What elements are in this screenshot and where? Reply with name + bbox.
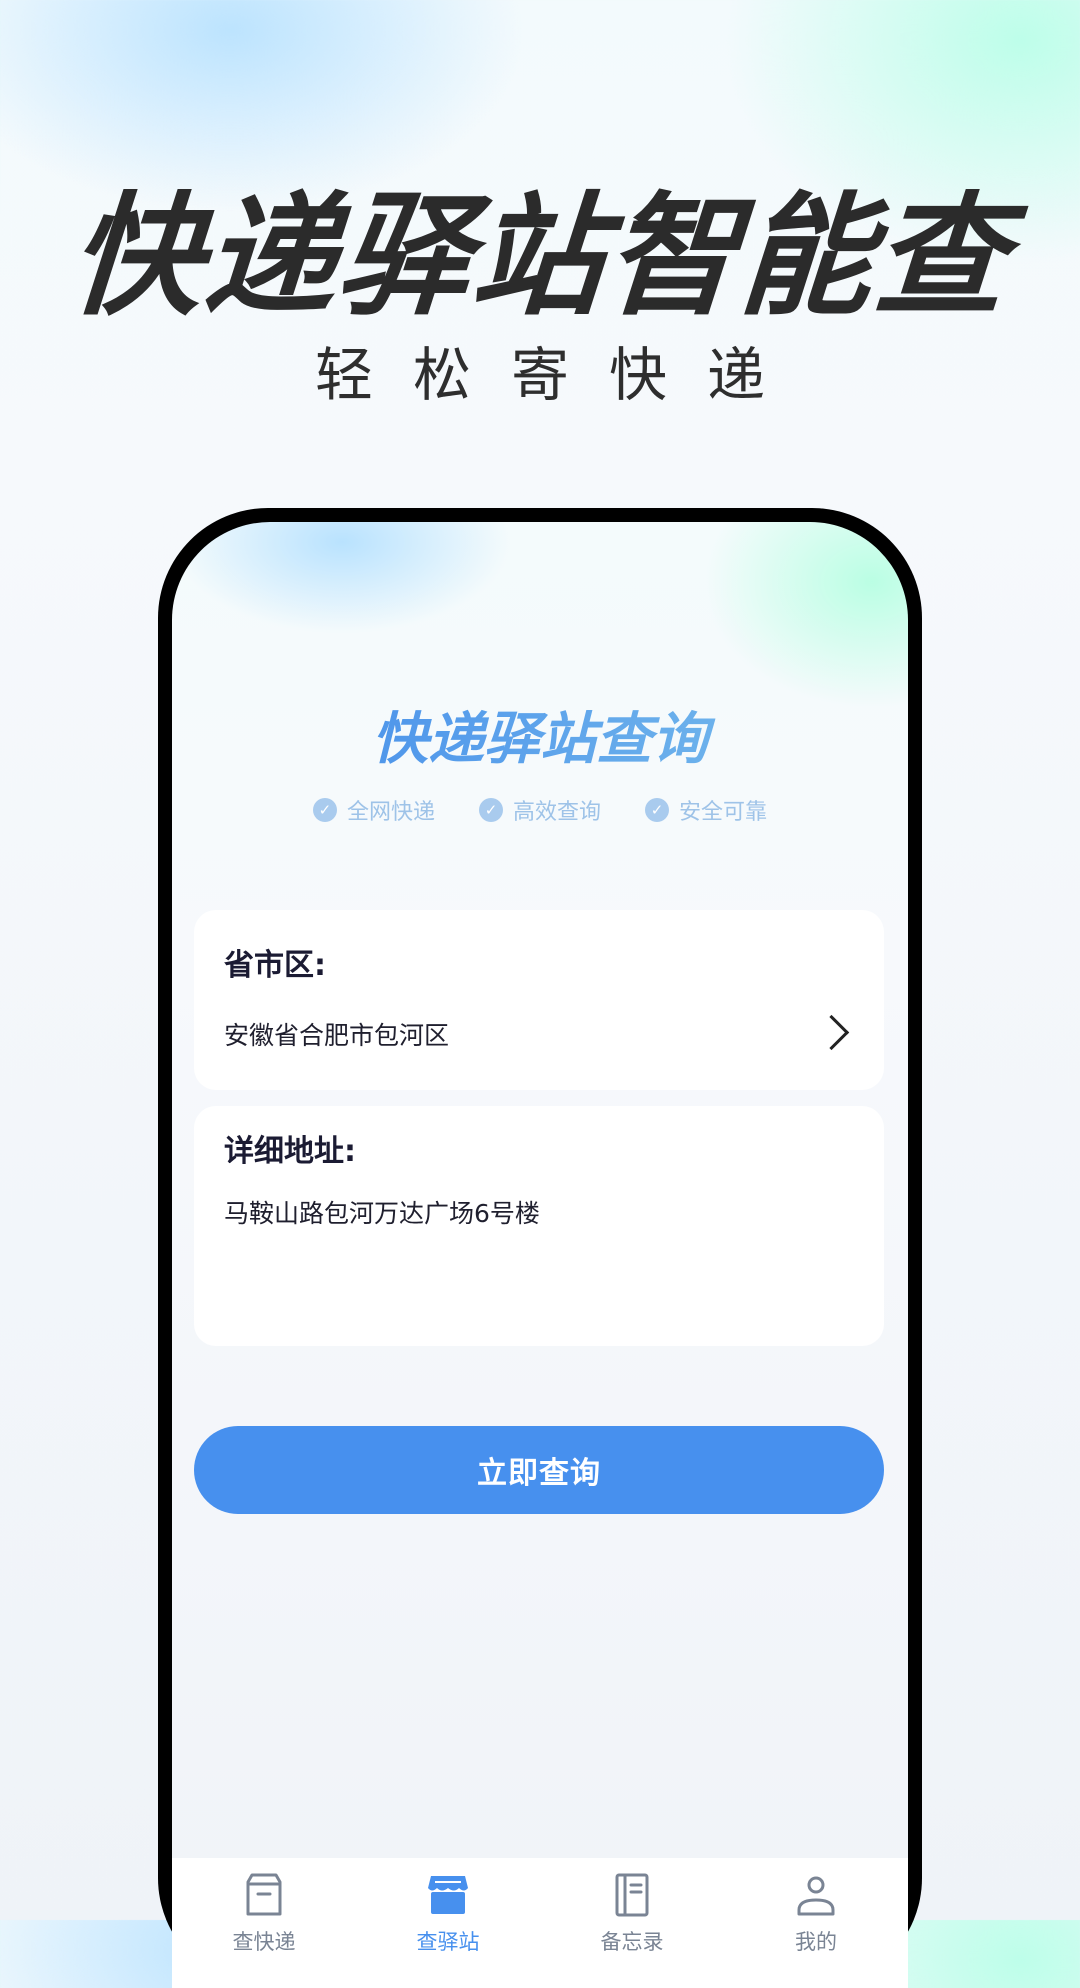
- promo-subline: 轻松寄快递: [314, 341, 805, 409]
- feature-label: 安全可靠: [679, 800, 768, 825]
- package-icon: [246, 1873, 282, 1916]
- notebook-icon: [615, 1873, 649, 1917]
- verified-check-icon: ✓: [478, 798, 503, 822]
- chevron-right-icon[interactable]: [813, 1014, 850, 1051]
- feature-item: ✓ 全网快递: [312, 794, 435, 826]
- address-input[interactable]: 马鞍山路包河万达广场6号楼: [224, 1194, 540, 1230]
- phone-screen: 快递驿站查询 ✓ 全网快递 ✓ 高效查询 ✓ 安全可靠 省市区: 安徽省合肥市包…: [172, 522, 908, 1988]
- tab-label: 查快递: [232, 1930, 296, 1954]
- tab-label: 备忘录: [600, 1930, 664, 1954]
- feature-label: 高效查询: [512, 800, 601, 825]
- verified-check-icon: ✓: [312, 798, 337, 822]
- query-now-button[interactable]: 立即查询: [194, 1426, 884, 1514]
- app-title: 快递驿站查询: [172, 694, 908, 775]
- tab-memo[interactable]: 备忘录: [540, 1858, 724, 1988]
- region-value[interactable]: 安徽省合肥市包河区: [224, 1016, 449, 1052]
- tab-label: 我的: [795, 1930, 837, 1954]
- phone-mockup: 快递驿站查询 ✓ 全网快递 ✓ 高效查询 ✓ 安全可靠 省市区: 安徽省合肥市包…: [158, 508, 922, 1988]
- tab-query-express[interactable]: 查快递: [172, 1858, 356, 1988]
- feature-list: ✓ 全网快递 ✓ 高效查询 ✓ 安全可靠: [172, 794, 908, 826]
- region-label: 省市区:: [224, 948, 326, 983]
- tab-profile[interactable]: 我的: [724, 1858, 908, 1988]
- verified-check-icon: ✓: [645, 798, 669, 822]
- address-card: 详细地址: 马鞍山路包河万达广场6号楼: [194, 1106, 884, 1346]
- promo-headline: 快递驿站智能查: [64, 180, 1014, 334]
- region-selector[interactable]: 省市区: 安徽省合肥市包河区: [194, 910, 884, 1090]
- tab-label: 查驿站: [416, 1930, 480, 1954]
- user-icon: [797, 1876, 835, 1916]
- store-icon: [428, 1876, 468, 1914]
- feature-item: ✓ 高效查询: [478, 794, 601, 826]
- feature-label: 全网快递: [346, 800, 435, 825]
- address-label: 详细地址:: [224, 1134, 356, 1169]
- bottom-tab-bar: 查快递 查驿站 备忘录 我的: [172, 1858, 908, 1988]
- feature-item: ✓ 安全可靠: [645, 794, 767, 826]
- tab-query-station[interactable]: 查驿站: [356, 1858, 540, 1988]
